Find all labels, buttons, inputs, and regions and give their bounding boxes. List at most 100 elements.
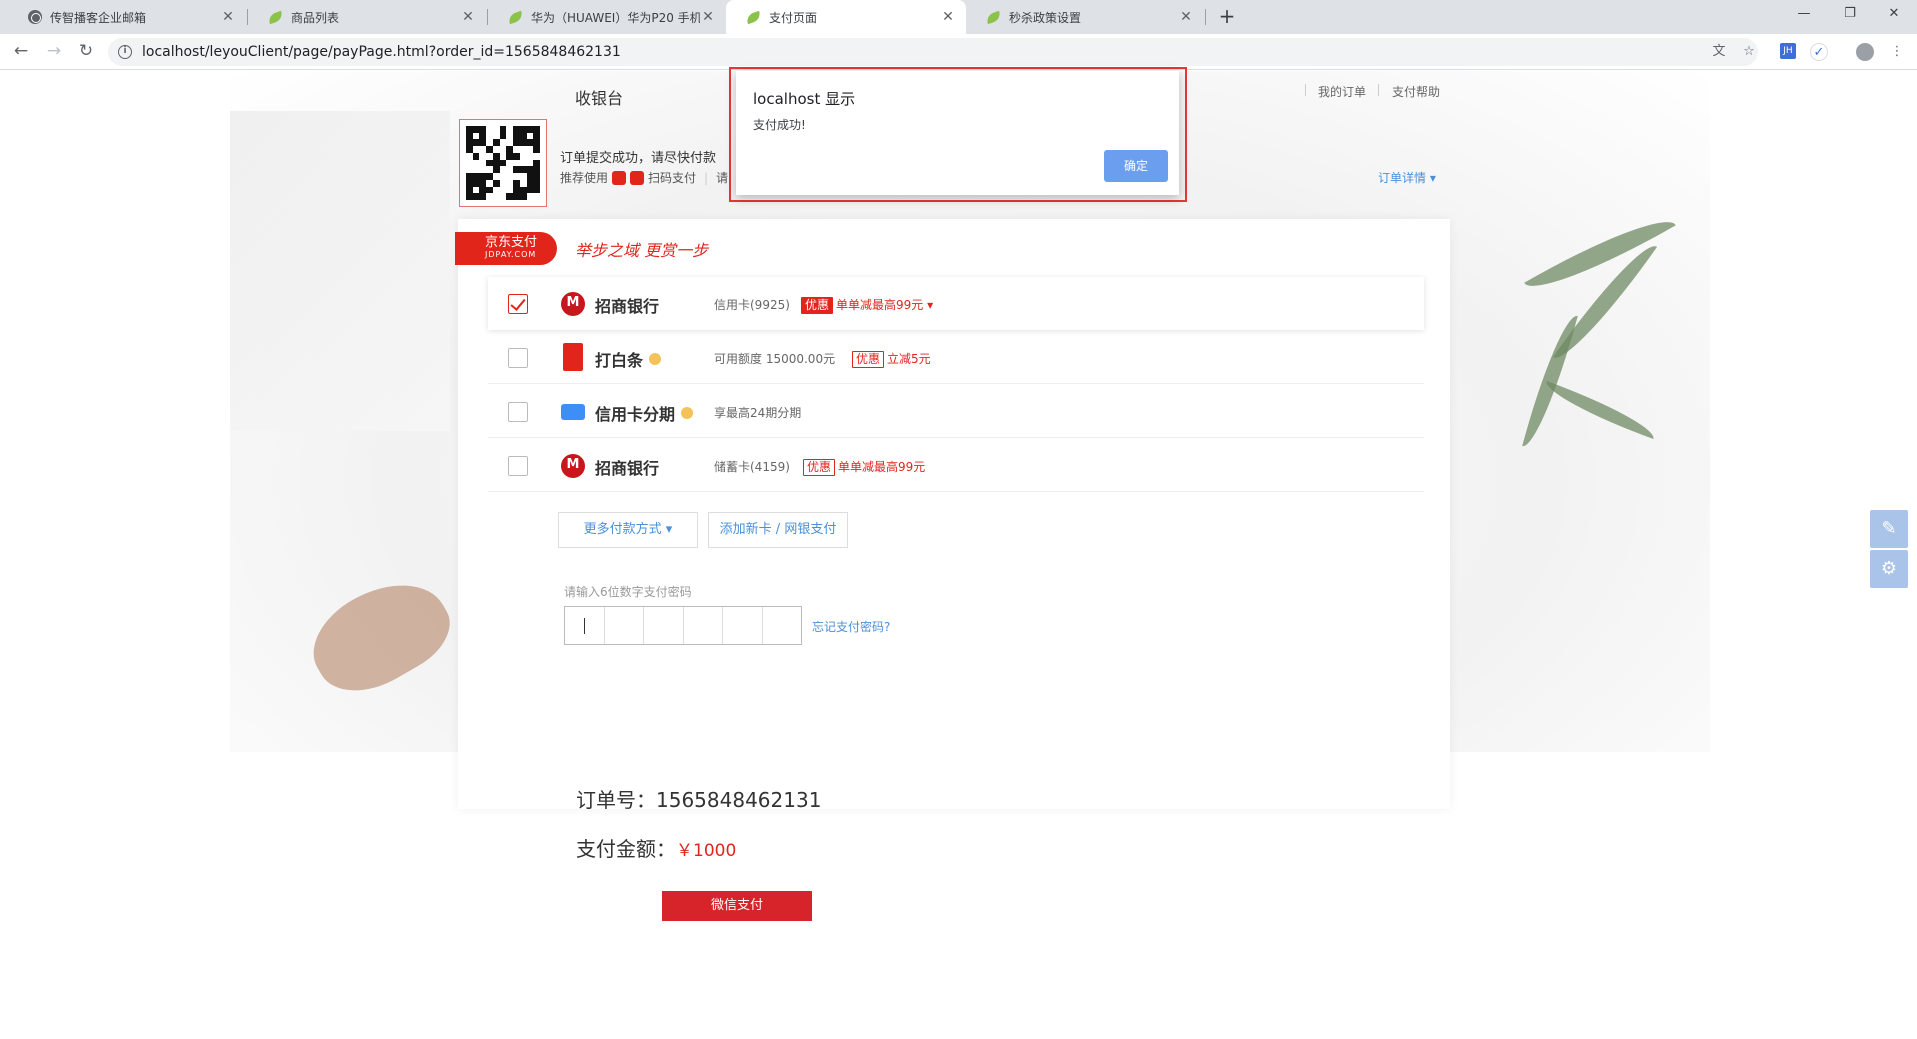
- qr-module: [479, 132, 487, 140]
- tab-pay-page[interactable]: 支付页面 ✕: [726, 0, 966, 34]
- method-checkbox[interactable]: [508, 456, 528, 476]
- dialog-ok-button[interactable]: 确定: [1104, 150, 1168, 182]
- method-checkbox[interactable]: [508, 348, 528, 368]
- translate-icon[interactable]: 文: [1710, 43, 1728, 61]
- payment-method-row[interactable]: 打白条 可用额度 15000.00元 优惠 立减5元: [488, 331, 1424, 384]
- qr-module: [466, 139, 473, 147]
- bookmark-star-icon[interactable]: ☆: [1740, 43, 1758, 61]
- password-digit[interactable]: [605, 607, 644, 644]
- qr-module: [466, 146, 473, 153]
- add-card-button[interactable]: 添加新卡 / 网银支付: [708, 512, 848, 548]
- profile-avatar-icon[interactable]: [1856, 43, 1874, 61]
- qr-module: [472, 173, 480, 180]
- new-tab-button[interactable]: +: [1214, 4, 1240, 30]
- qr-module: [479, 159, 487, 167]
- my-orders-link[interactable]: 我的订单: [1318, 83, 1366, 100]
- payment-method-row[interactable]: 招商银行 储蓄卡(4159) 优惠单单减最高99元: [488, 439, 1424, 492]
- order-submitted-tip: 订单提交成功，请尽快付款: [560, 151, 717, 166]
- close-icon[interactable]: ✕: [220, 9, 236, 25]
- qr-module: [519, 166, 527, 174]
- payment-method-row[interactable]: 招商银行 信用卡(9925) 优惠单单减最高99元 ▾: [488, 277, 1424, 330]
- payment-method-row[interactable]: 信用卡分期 享最高24期分期: [488, 385, 1424, 438]
- tab-email[interactable]: 传智播客企业邮箱 ✕: [8, 0, 246, 34]
- qr-module: [519, 159, 527, 167]
- close-icon[interactable]: ✕: [700, 9, 716, 25]
- promo[interactable]: 优惠 单单减最高99元 ▾: [801, 294, 933, 314]
- tab-title: 华为（HUAWEI）华为P20 手机: [531, 10, 700, 25]
- qr-module: [466, 193, 473, 200]
- qr-module: [486, 139, 493, 147]
- password-digit[interactable]: [565, 607, 605, 644]
- cashier-title: 收银台: [575, 89, 624, 108]
- qr-module: [513, 179, 520, 187]
- info-icon[interactable]: [649, 353, 662, 365]
- qr-module: [492, 132, 500, 140]
- method-checkbox[interactable]: [508, 402, 528, 422]
- extension-bird-icon[interactable]: ✓: [1810, 43, 1828, 61]
- restore-icon[interactable]: ❐: [1827, 0, 1873, 30]
- qr-module: [506, 166, 514, 174]
- credit-card-icon: [561, 404, 585, 420]
- pay-help-link[interactable]: 支付帮助: [1392, 83, 1440, 100]
- more-payment-methods-button[interactable]: 更多付款方式 ▾: [558, 512, 698, 548]
- forgot-password-link[interactable]: 忘记支付密码?: [812, 618, 890, 635]
- window-close-icon[interactable]: ✕: [1871, 0, 1917, 30]
- reload-icon[interactable]: ↻: [74, 40, 98, 64]
- qr-module: [533, 166, 540, 174]
- service-icon[interactable]: ⚙: [1870, 550, 1908, 588]
- qr-module: [519, 146, 527, 153]
- plant-decoration: [1540, 381, 1660, 439]
- promo: 优惠 立减5元: [852, 348, 931, 368]
- extension-icon[interactable]: JH: [1780, 43, 1796, 59]
- qr-module: [526, 186, 534, 194]
- qr-module: [499, 132, 507, 140]
- url-text[interactable]: localhost/leyouClient/page/payPage.html?…: [142, 44, 621, 60]
- password-digit[interactable]: [763, 607, 802, 644]
- qr-module: [486, 179, 493, 187]
- qr-module: [519, 179, 527, 187]
- close-icon[interactable]: ✕: [940, 9, 956, 25]
- method-checkbox[interactable]: [508, 294, 528, 314]
- password-digit[interactable]: [684, 607, 723, 644]
- password-digit[interactable]: [723, 607, 763, 644]
- forward-icon[interactable]: →: [42, 40, 66, 64]
- divider: |: [704, 170, 709, 185]
- minimize-icon[interactable]: —: [1781, 0, 1827, 30]
- method-name: 招商银行: [595, 297, 660, 316]
- password-digit[interactable]: [644, 607, 684, 644]
- address-bar[interactable]: i localhost/leyouClient/page/payPage.htm…: [108, 38, 1758, 66]
- qr-module: [486, 186, 493, 194]
- site-info-icon[interactable]: i: [118, 45, 132, 59]
- tab-huawei-p20[interactable]: 华为（HUAWEI）华为P20 手机 ✕: [488, 0, 726, 34]
- qr-module: [486, 159, 493, 167]
- tab-product-list[interactable]: 商品列表 ✕: [248, 0, 486, 34]
- menu-kebab-icon[interactable]: ⋮: [1888, 43, 1906, 61]
- qr-module: [499, 146, 507, 153]
- qr-module: [499, 173, 507, 180]
- scan-pay-label: 扫码支付: [648, 171, 697, 185]
- qr-module: [486, 132, 493, 140]
- recommend-label: 推荐使用: [560, 171, 609, 185]
- back-icon[interactable]: ←: [9, 40, 33, 64]
- qr-pattern: [466, 126, 540, 200]
- order-detail-toggle[interactable]: 订单详情 ▾: [1378, 169, 1436, 186]
- qr-module: [486, 173, 493, 180]
- method-desc: 信用卡(9925): [714, 298, 790, 312]
- close-icon[interactable]: ✕: [1178, 9, 1194, 25]
- browser-tab-bar: 传智播客企业邮箱 ✕ 商品列表 ✕ 华为（HUAWEI）华为P20 手机 ✕ 支…: [0, 0, 1917, 34]
- method-name: 打白条: [595, 347, 662, 371]
- leaf-icon: [266, 10, 285, 24]
- plant-decoration: [1522, 310, 1578, 452]
- tab-title: 秒杀政策设置: [1009, 10, 1082, 25]
- globe-icon: [28, 10, 42, 24]
- tab-seckill-settings[interactable]: 秒杀政策设置 ✕: [966, 0, 1204, 34]
- password-input[interactable]: [564, 606, 802, 645]
- qr-module: [479, 193, 487, 200]
- wechat-pay-button[interactable]: 微信支付: [662, 891, 812, 921]
- close-icon[interactable]: ✕: [460, 9, 476, 25]
- qr-module: [519, 132, 527, 140]
- info-icon[interactable]: [681, 407, 694, 419]
- qr-module: [492, 152, 500, 160]
- feedback-edit-icon[interactable]: ✎: [1870, 510, 1908, 548]
- qr-module: [533, 179, 540, 187]
